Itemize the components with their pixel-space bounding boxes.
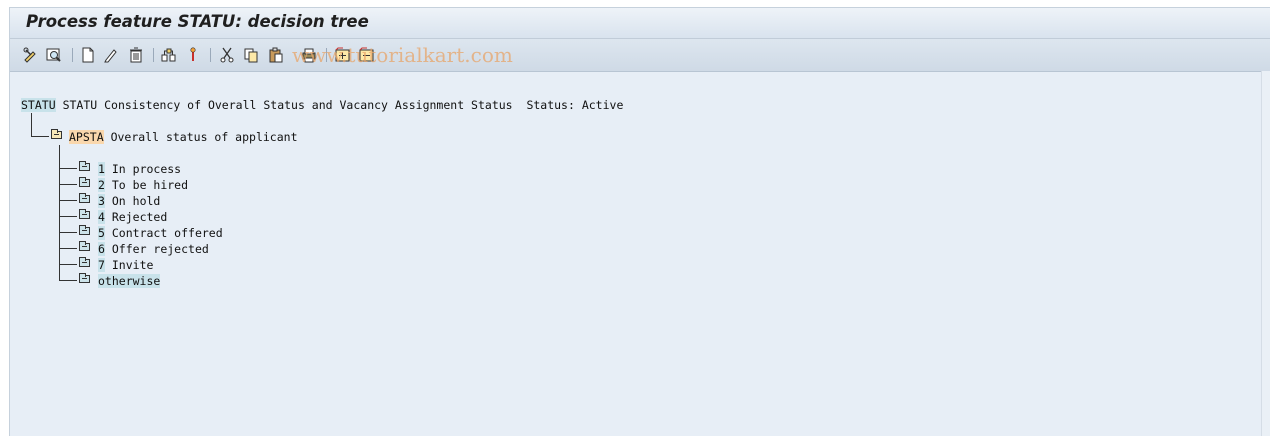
field-code: APSTA: [69, 130, 104, 144]
main-window: Process feature STATU: decision tree www…: [9, 7, 1270, 436]
root-code: STATU: [21, 98, 56, 112]
find-icon[interactable]: [45, 46, 63, 64]
display-change-icon[interactable]: [22, 46, 40, 64]
title-bar: Process feature STATU: decision tree: [10, 8, 1270, 39]
delete-icon[interactable]: [127, 46, 145, 64]
field-description: Overall status of applicant: [110, 130, 298, 144]
value-folder-icon[interactable]: [79, 225, 90, 235]
value-folder-icon[interactable]: [79, 241, 90, 251]
tree-value-7[interactable]: 7 Invite: [98, 258, 153, 272]
tree-value-1[interactable]: 1 In process: [98, 162, 181, 176]
value-folder-icon[interactable]: [79, 209, 90, 219]
value-folder-icon[interactable]: [79, 177, 90, 187]
tree-field-node[interactable]: APSTA Overall status of applicant: [69, 130, 298, 144]
print-icon[interactable]: [300, 46, 318, 64]
window-title: Process feature STATU: decision tree: [26, 12, 369, 31]
navigate-icon[interactable]: [160, 46, 178, 64]
change-icon[interactable]: [102, 46, 120, 64]
application-toolbar: www.tutorialkart.com: [10, 39, 1270, 72]
tree-value-otherwise[interactable]: otherwise: [98, 274, 161, 288]
value-folder-icon[interactable]: [79, 161, 90, 171]
pointer-icon[interactable]: [184, 46, 202, 64]
tree-value-3[interactable]: 3 On hold: [98, 194, 160, 208]
paste-icon[interactable]: [267, 46, 285, 64]
tree-value-4[interactable]: 4 Rejected: [98, 210, 167, 224]
value-folder-icon[interactable]: [79, 193, 90, 203]
copy-icon[interactable]: [242, 46, 260, 64]
create-icon[interactable]: [79, 46, 97, 64]
tree-value-6[interactable]: 6 Offer rejected: [98, 242, 209, 256]
expand-icon[interactable]: [334, 46, 352, 64]
value-folder-icon[interactable]: [79, 257, 90, 267]
vertical-scrollbar[interactable]: [1261, 71, 1270, 436]
tree-value-5[interactable]: 5 Contract offered: [98, 226, 223, 240]
folder-icon[interactable]: [51, 129, 62, 139]
collapse-icon[interactable]: [358, 46, 376, 64]
tree-value-2[interactable]: 2 To be hired: [98, 178, 188, 192]
value-folder-icon[interactable]: [79, 273, 90, 283]
root-description: STATU Consistency of Overall Status and …: [62, 98, 624, 112]
cut-icon[interactable]: [218, 46, 236, 64]
tree-root[interactable]: STATU STATU Consistency of Overall Statu…: [21, 98, 623, 112]
